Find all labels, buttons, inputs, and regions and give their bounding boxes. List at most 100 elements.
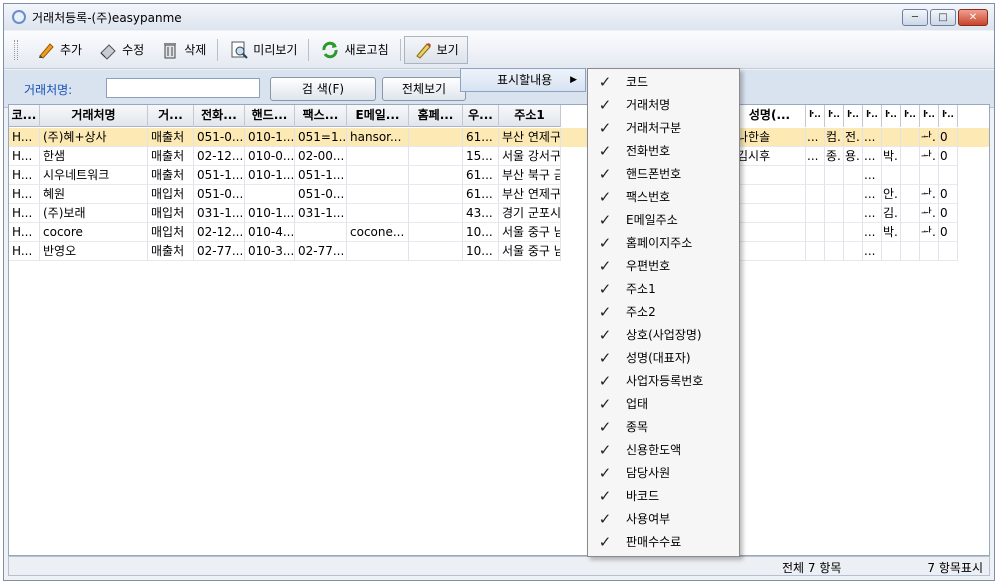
table-cell: 박. [882,223,901,242]
checkmark-icon: ✓ [598,118,612,137]
column-toggle-item[interactable]: ✓ 우편번호 [588,254,739,277]
column-header[interactable]: ŀ.. [825,105,844,127]
search-input[interactable] [106,78,260,98]
table-cell [734,204,806,223]
column-toggle-label: 신용한도액 [626,443,682,457]
checkmark-icon: ✓ [598,371,612,390]
column-toggle-item[interactable]: ✓ 핸드폰번호 [588,162,739,185]
table-cell: ... [863,166,882,185]
column-toggle-item[interactable]: ✓ 주소1 [588,277,739,300]
checkmark-icon: ✓ [598,187,612,206]
column-toggle-item[interactable]: ✓ 주소2 [588,300,739,323]
show-all-button[interactable]: 전체보기 [382,77,466,101]
column-toggle-item[interactable]: ✓ E메일주소 [588,208,739,231]
column-toggle-item[interactable]: ✓ 거래처구분 [588,116,739,139]
table-cell [901,223,920,242]
table-row[interactable]: H... (주)혜+상사 매출처 051-0... 010-1... 051=1... ha… [9,128,989,147]
column-toggle-item[interactable]: ✓ 상호(사업장명) [588,323,739,346]
column-toggle-label: 전화번호 [626,144,671,158]
search-button[interactable]: 검 색(F) [270,77,376,101]
table-cell: ᅪ. [920,204,939,223]
table-cell [882,242,901,261]
column-toggle-label: 사용여부 [626,512,671,526]
column-toggle-item[interactable]: ✓ 판매수수료 [588,530,739,553]
column-header[interactable]: 거... [148,105,194,127]
minimize-button[interactable]: ─ [902,9,928,26]
column-header[interactable]: 코... [9,105,40,127]
table-cell: ᅪ. [920,128,939,147]
column-toggle-label: 우편번호 [626,259,671,273]
column-toggle-item[interactable]: ✓ 신용한도액 [588,438,739,461]
table-cell: 김. [882,204,901,223]
eraser-edit-icon [100,43,116,60]
column-header[interactable]: ŀ.. [882,105,901,127]
add-button[interactable]: 추가 [28,36,90,64]
table-cell [734,223,806,242]
close-button[interactable]: ✕ [958,9,988,26]
table-row[interactable]: H... 혜원 매입처 051-0... 051-0... 61... 부산 연제구... 안… [9,185,989,204]
table-row[interactable]: H... 한샘 매출처 02-12... 010-0... 02-00... 15... 서울… [9,147,989,166]
toolbar-grip[interactable] [14,39,18,60]
column-toggle-item[interactable]: ✓ 담당사원 [588,461,739,484]
edit-button[interactable]: 수정 [90,36,152,64]
column-header[interactable]: 전화... [194,105,245,127]
column-header[interactable]: E메일... [347,105,409,127]
column-header[interactable]: 성명(... [734,105,806,127]
column-header[interactable]: 주소1 [499,105,561,127]
column-toggle-item[interactable]: ✓ 사용여부 [588,507,739,530]
column-toggle-item[interactable]: ✓ 성명(대표자) [588,346,739,369]
total-count: 전체 7 항목 [782,561,842,575]
column-header[interactable]: 우... [463,105,499,127]
table-cell: 031-1... [295,204,347,223]
column-header[interactable]: ŀ.. [844,105,863,127]
maximize-button[interactable]: □ [930,9,956,26]
refresh-button[interactable]: 새로고침 [312,36,396,64]
table-cell [734,185,806,204]
column-toggle-item[interactable]: ✓ 사업자등록번호 [588,369,739,392]
table-row[interactable]: H... cocore 매입처 02-12... 010-4... cocone... 10… [9,223,989,242]
table-cell: 051-1... [194,166,245,185]
column-toggle-item[interactable]: ✓ 전화번호 [588,139,739,162]
checkmark-icon: ✓ [598,210,612,229]
table-cell: 컴. [825,128,844,147]
column-header[interactable]: ŀ.. [939,105,958,127]
table-cell: H... [9,242,40,261]
table-cell: 종. [825,147,844,166]
column-toggle-item[interactable]: ✓ 업태 [588,392,739,415]
preview-button[interactable]: 미리보기 [221,36,305,64]
view-button[interactable]: 보기 [403,35,468,64]
column-header[interactable]: 거래처명 [40,105,148,127]
table-cell: 02-12... [194,223,245,242]
table-cell [901,242,920,261]
column-toggle-item[interactable]: ✓ 바코드 [588,484,739,507]
column-header[interactable]: ŀ.. [901,105,920,127]
column-header[interactable]: 핸드... [245,105,295,127]
checkmark-icon: ✓ [598,233,612,252]
delete-button[interactable]: 삭제 [152,36,214,64]
preview-label: 미리보기 [253,43,298,57]
table-row[interactable]: H... 시우네트워크 매출처 051-1... 010-1... 051-1... 61.… [9,166,989,185]
table-row[interactable]: H... 반영오 매출처 02-77... 010-3... 02-77... 10... 서… [9,242,989,261]
table-cell [939,242,958,261]
column-header[interactable]: 팩스... [295,105,347,127]
column-header[interactable]: ŀ.. [806,105,825,127]
table-cell: 010-1... [245,204,295,223]
display-content-menu-item[interactable]: 표시할내용 ▶ [460,68,586,92]
table-cell: 혜원 [40,185,148,204]
add-label: 추가 [60,43,83,57]
column-header[interactable]: ŀ.. [920,105,939,127]
toolbar-separator [217,38,219,61]
column-toggle-item[interactable]: ✓ 거래처명 [588,93,739,116]
column-toggle-item[interactable]: ✓ 홈페이지주소 [588,231,739,254]
column-header[interactable]: ŀ.. [863,105,882,127]
table-cell: H... [9,185,40,204]
column-header[interactable]: 홈페... [409,105,463,127]
grid-header-right: 성명(... ŀ.. ŀ.. ŀ.. ŀ.. ŀ.. ŀ.. ŀ.. ŀ.. [734,105,958,127]
column-toggle-item[interactable]: ✓ 종목 [588,415,739,438]
table-cell: hansor... [347,128,409,147]
table-cell [409,128,463,147]
column-toggle-item[interactable]: ✓ 팩스번호 [588,185,739,208]
table-row[interactable]: H... (주)보래 매입처 031-1... 010-1... 031-1... 43..… [9,204,989,223]
column-toggle-item[interactable]: ✓ 코드 [588,70,739,93]
app-icon [12,10,26,24]
